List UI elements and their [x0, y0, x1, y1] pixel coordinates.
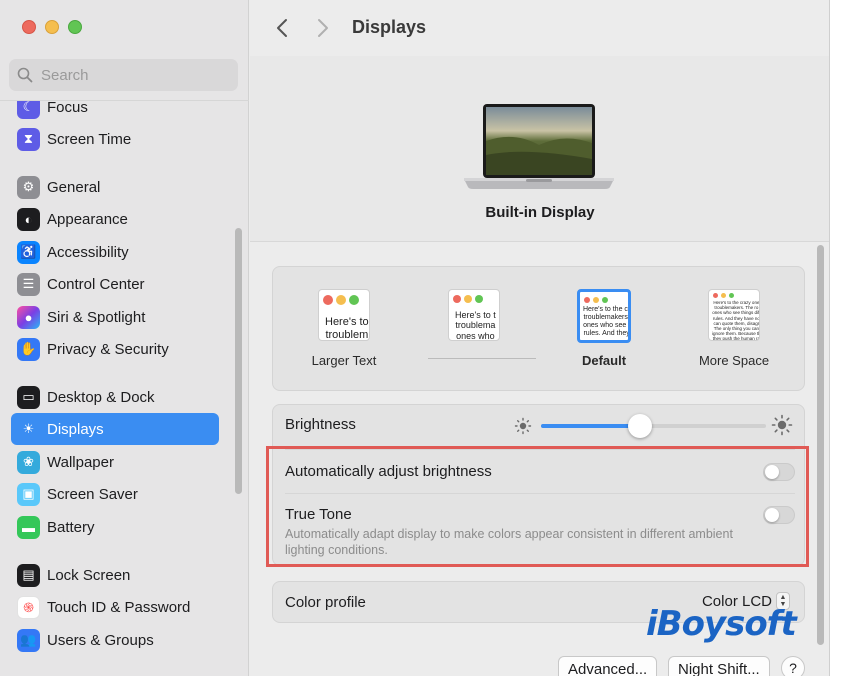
resolution-option-more-space[interactable]: Here's to the crazy one troublemakers. T… [679, 289, 789, 368]
resolution-option-larger-text[interactable]: Here's to troublem Larger Text [289, 289, 399, 368]
resolution-sample-text: Here's to the crazy one troublemakers. T… [712, 300, 760, 341]
sidebar-item-label: Lock Screen [47, 566, 131, 584]
highlight-box [266, 446, 809, 567]
hand-icon: ✋ [17, 337, 40, 361]
resolution-divider [428, 358, 536, 359]
back-button[interactable] [272, 16, 292, 40]
sidebar-item-label: General [47, 178, 101, 196]
resolution-thumbnail: Here's to the cr troublemakers. ones who… [577, 289, 631, 343]
sidebar-item-label: Battery [47, 518, 95, 536]
brightness-slider[interactable] [541, 414, 766, 438]
color-profile-label: Color profile [285, 594, 366, 611]
sidebar-item-label: Touch ID & Password [47, 598, 191, 616]
sidebar-item-battery[interactable]: ▬ Battery [11, 511, 219, 543]
resolution-sample-text: Here's to troublem [325, 316, 369, 341]
sidebar-item-screen-saver[interactable]: ▣ Screen Saver [11, 478, 219, 510]
resolution-option-2[interactable]: Here's to t troublema ones who [419, 289, 529, 341]
moon-icon: ☾ [17, 101, 40, 119]
fingerprint-icon: ֍ [17, 595, 40, 619]
hourglass-icon: ⧗ [17, 127, 40, 151]
display-preview-area: Built-in Display [250, 56, 829, 242]
sidebar-item-label: Accessibility [47, 243, 129, 261]
accessibility-icon: ♿ [17, 240, 40, 264]
sidebar-item-focus[interactable]: ☾ Focus [11, 100, 219, 123]
laptop-image[interactable] [464, 103, 614, 193]
battery-icon: ▬ [17, 515, 40, 539]
brightness-slider-knob[interactable] [628, 414, 652, 438]
lock-screen-icon: ▤ [17, 563, 40, 587]
minimize-button[interactable] [45, 20, 59, 34]
chevron-left-icon [277, 19, 287, 37]
resolution-thumbnail: Here's to troublem [318, 289, 370, 341]
main-pane: Displays Built-in Display Here's to trou… [250, 0, 829, 676]
siri-icon: ● [17, 305, 40, 329]
night-shift-button[interactable]: Night Shift... [668, 656, 770, 676]
sidebar-item-accessibility[interactable]: ♿ Accessibility [11, 236, 219, 268]
resolution-thumbnail: Here's to t troublema ones who [448, 289, 500, 341]
sidebar-item-general[interactable]: ⚙ General [11, 171, 219, 203]
resolution-card: Here's to troublem Larger Text Here's to… [272, 266, 805, 391]
sidebar-item-desktop-dock[interactable]: ▭ Desktop & Dock [11, 381, 219, 413]
main-scrollbar[interactable] [817, 245, 824, 645]
sidebar-item-control-center[interactable]: ☰ Control Center [11, 268, 219, 300]
brightness-slider-fill [541, 424, 640, 428]
sidebar-item-label: Screen Saver [47, 485, 138, 503]
resolution-label: More Space [698, 353, 770, 368]
forward-button[interactable] [313, 16, 333, 40]
resolution-sample-text: Here's to t troublema ones who [455, 310, 496, 341]
search-input[interactable] [41, 66, 231, 84]
settings-window: ☾ Focus ⧗ Screen Time ⚙ General ◐ Appear… [0, 0, 830, 676]
window-controls [22, 20, 82, 34]
sidebar-item-label: Screen Time [47, 130, 132, 148]
sidebar-item-touch-id[interactable]: ֍ Touch ID & Password [11, 591, 219, 623]
sun-icon: ☀ [22, 421, 35, 436]
flower-icon: ❀ [17, 450, 40, 474]
sidebar-item-label: Appearance [47, 210, 128, 228]
display-name: Built-in Display [485, 204, 595, 221]
chevron-right-icon [318, 19, 328, 37]
sidebar-item-siri-spotlight[interactable]: ● Siri & Spotlight [11, 301, 219, 333]
sidebar-item-label: Siri & Spotlight [47, 308, 146, 326]
advanced-button[interactable]: Advanced... [558, 656, 658, 676]
sidebar-item-wallpaper[interactable]: ❀ Wallpaper [11, 446, 219, 478]
brightness-label: Brightness [285, 416, 356, 433]
sidebar-scrollbar[interactable] [235, 228, 242, 494]
sidebar-item-appearance[interactable]: ◐ Appearance [11, 203, 219, 235]
sun-small-icon [514, 417, 532, 435]
page-title: Displays [352, 17, 427, 37]
sidebar-item-label: Privacy & Security [47, 340, 169, 358]
sidebar-item-displays[interactable]: ☀ Displays [11, 413, 219, 445]
gear-icon: ⚙ [17, 175, 40, 199]
resolution-label: Larger Text [311, 353, 377, 368]
help-button[interactable]: ? [781, 656, 805, 676]
resolution-sample-text: Here's to the cr troublemakers. ones who… [583, 306, 631, 338]
sun-large-icon [771, 414, 793, 436]
search-field[interactable] [9, 59, 238, 91]
appearance-icon: ◐ [17, 207, 40, 231]
sidebar-item-users-groups[interactable]: 👥 Users & Groups [11, 624, 219, 656]
close-button[interactable] [22, 20, 36, 34]
sidebar-item-lock-screen[interactable]: ▤ Lock Screen [11, 559, 219, 591]
resolution-option-default[interactable]: Here's to the cr troublemakers. ones who… [549, 289, 659, 368]
sidebar-item-label: Focus [47, 100, 88, 116]
resolution-thumbnail: Here's to the crazy one troublemakers. T… [708, 289, 760, 341]
sidebar-item-privacy-security[interactable]: ✋ Privacy & Security [11, 333, 219, 365]
sidebar-list: ☾ Focus ⧗ Screen Time ⚙ General ◐ Appear… [0, 100, 249, 676]
search-icon [17, 67, 33, 83]
sidebar-item-screen-time[interactable]: ⧗ Screen Time [11, 123, 219, 155]
sidebar-item-label: Desktop & Dock [47, 388, 155, 406]
resolution-label: Default [581, 353, 627, 368]
watermark-logo: iBoysoft [646, 604, 797, 644]
sidebar: ☾ Focus ⧗ Screen Time ⚙ General ◐ Appear… [0, 0, 249, 676]
dock-icon: ▭ [17, 385, 40, 409]
users-icon: 👥 [17, 628, 40, 652]
zoom-button[interactable] [68, 20, 82, 34]
screen-saver-icon: ▣ [17, 482, 40, 506]
sidebar-item-label: Wallpaper [47, 453, 114, 471]
control-center-icon: ☰ [17, 272, 40, 296]
toolbar: Displays [250, 0, 829, 56]
sidebar-item-label: Users & Groups [47, 631, 154, 649]
sidebar-item-label: Displays [47, 420, 104, 438]
sidebar-item-label: Control Center [47, 275, 145, 293]
